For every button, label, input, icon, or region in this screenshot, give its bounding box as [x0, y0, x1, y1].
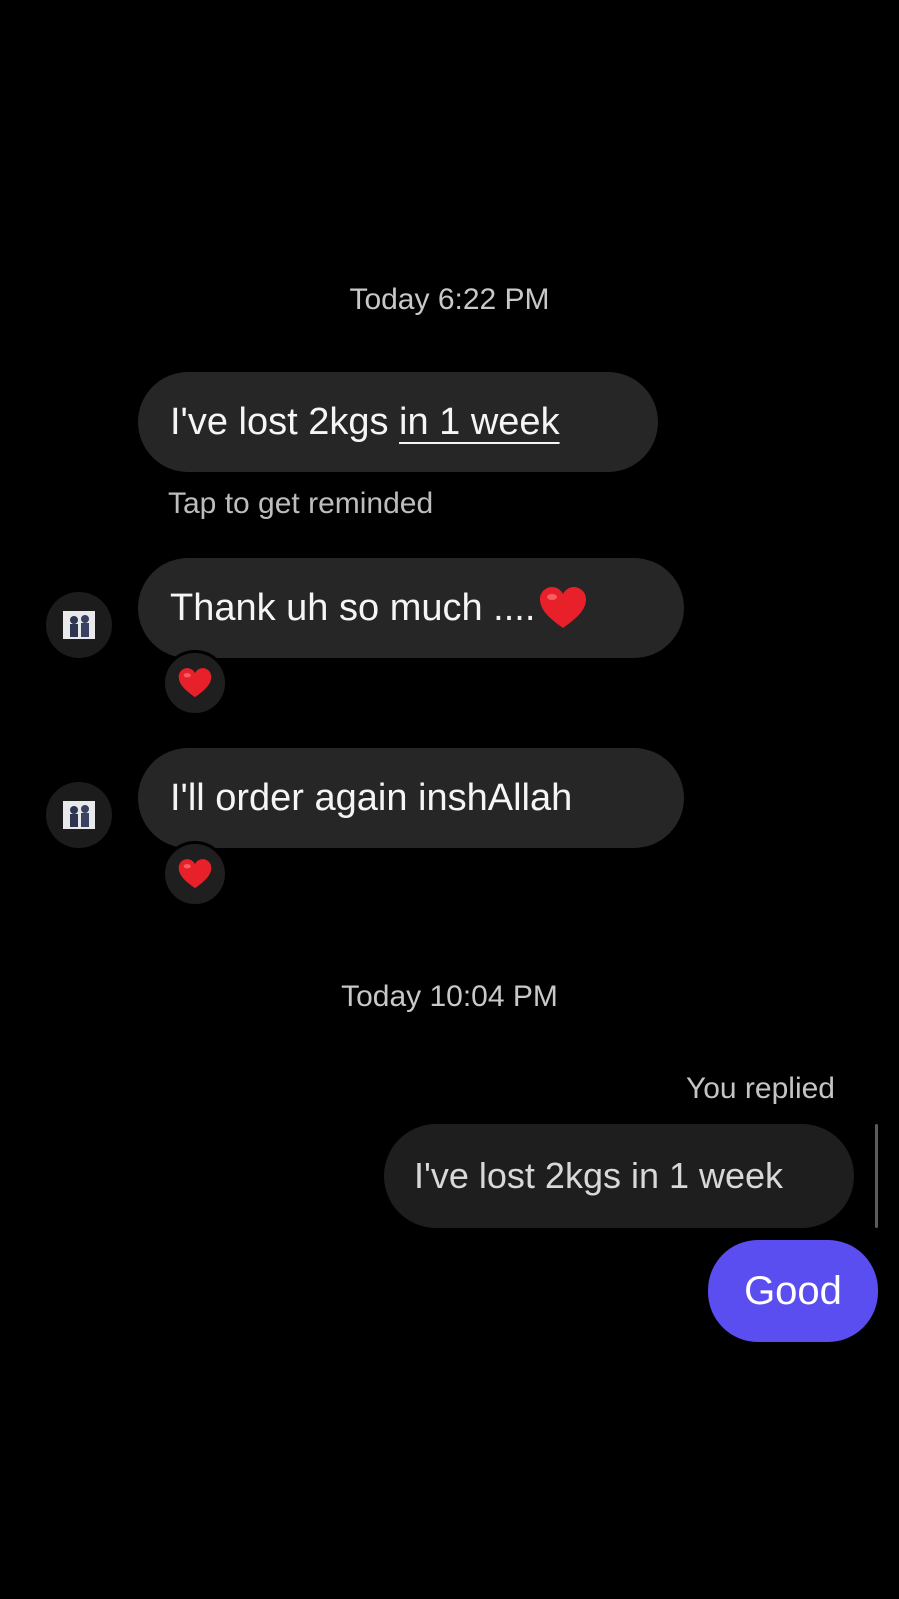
message-bubble[interactable]: I've lost 2kgs in 1 week: [138, 372, 658, 472]
reminder-link[interactable]: in 1 week: [399, 401, 560, 444]
message-text: I'll order again inshAllah: [170, 776, 573, 819]
red-heart-icon: [178, 859, 212, 889]
message-bubble[interactable]: Thank uh so much ....: [138, 558, 684, 658]
avatar-image-icon: [63, 801, 95, 829]
message-text: I've lost 2kgs: [170, 400, 400, 443]
you-replied-label: You replied: [685, 1072, 835, 1105]
chat-screen: Today 6:22 PM I've lost 2kgs in 1 week T…: [0, 0, 899, 1599]
timestamp: Today 6:22 PM: [349, 283, 550, 316]
avatar-image-icon: [63, 611, 95, 639]
red-heart-icon: [178, 668, 212, 698]
message-text: Thank uh so much ....: [170, 586, 536, 629]
tap-to-remind-hint[interactable]: Tap to get reminded: [168, 487, 433, 521]
reply-indicator-bar: [875, 1124, 878, 1228]
message-bubble[interactable]: I'll order again inshAllah: [138, 748, 684, 848]
red-heart-icon: [540, 587, 587, 628]
quoted-reply-bubble[interactable]: I've lost 2kgs in 1 week: [384, 1124, 854, 1228]
sent-text: Good: [744, 1268, 842, 1313]
heart-reaction[interactable]: [162, 650, 228, 716]
avatar[interactable]: [46, 592, 112, 658]
avatar[interactable]: [46, 782, 112, 848]
quoted-text: I've lost 2kgs in 1 week: [414, 1155, 784, 1196]
heart-reaction[interactable]: [162, 841, 228, 907]
sent-message-bubble[interactable]: Good: [708, 1240, 878, 1342]
timestamp: Today 10:04 PM: [341, 980, 558, 1013]
